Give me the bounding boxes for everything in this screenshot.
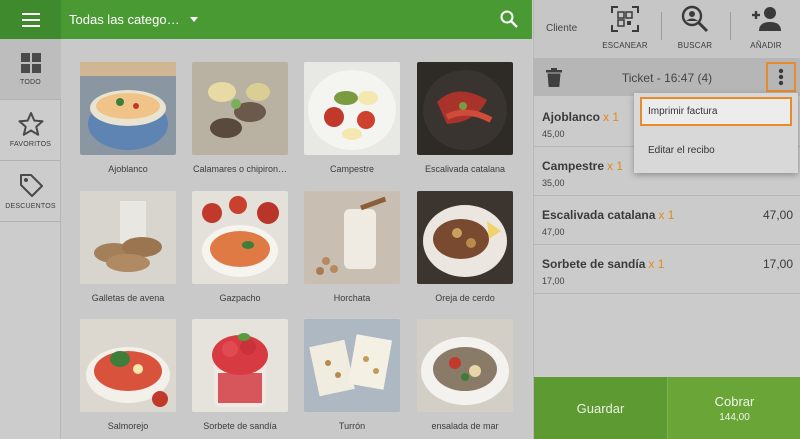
product-name: Calamares o chipiron… — [192, 164, 288, 174]
charge-amount: 144,00 — [719, 411, 750, 423]
product-image — [192, 62, 288, 155]
product-name: Escalivada catalana — [424, 164, 506, 174]
product-image — [304, 62, 400, 155]
product-name: Oreja de cerdo — [435, 293, 495, 303]
product-image — [80, 191, 176, 284]
product-image — [417, 319, 513, 412]
hamburger-icon — [21, 12, 40, 27]
customer-label[interactable]: Cliente — [546, 23, 577, 34]
rail-item-favoritos[interactable]: FAVORITOS — [0, 100, 61, 161]
product-card[interactable]: Campestre — [304, 62, 400, 174]
product-grid: Ajoblanco Calamares o chipiron… Campestr… — [61, 39, 532, 439]
line-qty: x 1 — [607, 159, 624, 173]
product-image — [304, 191, 400, 284]
add-person-icon — [752, 7, 781, 31]
scan-button[interactable]: ESCANEAR — [600, 5, 650, 50]
toolbar-divider — [730, 12, 731, 40]
product-card[interactable]: Gazpacho — [192, 191, 288, 303]
ticket-actions: Guardar Cobrar 144,00 — [534, 377, 800, 439]
category-dropdown[interactable]: Todas las catego… — [69, 12, 198, 27]
add-customer-button[interactable]: AÑADIR — [741, 5, 791, 50]
product-name: Turrón — [338, 421, 366, 431]
print-invoice-item[interactable]: Imprimir factura — [640, 97, 792, 126]
line-unit-price: 17,00 — [542, 276, 565, 286]
ticket-header: Ticket - 16:47 (4) — [534, 58, 800, 96]
ticket-panel: Cliente ESCANEAR BUSCAR AÑADIR Ticket - … — [533, 0, 800, 439]
product-card[interactable]: ensalada de mar — [417, 319, 513, 431]
search-customer-label: BUSCAR — [677, 41, 713, 50]
line-qty: x 1 — [658, 208, 675, 222]
product-image — [192, 319, 288, 412]
save-button[interactable]: Guardar — [534, 377, 667, 439]
line-name: Sorbete de sandía — [542, 257, 646, 271]
product-name: Campestre — [329, 164, 374, 174]
product-card[interactable]: Turrón — [304, 319, 400, 431]
person-search-icon — [681, 5, 709, 33]
line-total: 47,00 — [762, 208, 793, 222]
line-unit-price: 45,00 — [542, 129, 565, 139]
rail-item-label: FAVORITOS — [9, 141, 52, 148]
rail-item-descuentos[interactable]: DESCUENTOS — [0, 161, 61, 222]
line-name: Ajoblanco — [542, 110, 601, 124]
product-name: Gazpacho — [219, 293, 261, 303]
rail-item-todo[interactable]: TODO — [0, 39, 61, 100]
product-name: Salmorejo — [107, 421, 149, 431]
ticket-line[interactable]: Sorbete de sandía x 1 17,00 17,00 — [534, 245, 800, 294]
product-card[interactable]: Sorbete de sandía — [192, 319, 288, 431]
line-total: 17,00 — [762, 257, 793, 271]
product-image — [304, 319, 400, 412]
product-name: ensalada de mar — [431, 421, 499, 431]
side-rail: TODO FAVORITOS DESCUENTOS — [0, 0, 61, 439]
product-image — [417, 191, 513, 284]
ticket-title: Ticket - 16:47 (4) — [621, 71, 713, 85]
edit-receipt-item[interactable]: Editar el recibo — [634, 145, 798, 156]
product-card[interactable]: Horchata — [304, 191, 400, 303]
customer-toolbar: Cliente ESCANEAR BUSCAR AÑADIR — [534, 0, 800, 58]
line-name: Campestre — [542, 159, 605, 173]
product-image — [192, 191, 288, 284]
product-name: Ajoblanco — [108, 164, 148, 174]
toolbar-divider — [661, 12, 662, 40]
product-card[interactable]: Escalivada catalana — [417, 62, 513, 174]
product-image — [80, 319, 176, 412]
line-name: Escalivada catalana — [542, 208, 656, 222]
ticket-options-menu: Imprimir factura Editar el recibo — [634, 93, 798, 173]
tag-icon — [19, 174, 43, 197]
product-name: Sorbete de sandía — [203, 421, 277, 431]
line-qty: x 1 — [603, 110, 620, 124]
ticket-line[interactable]: Escalivada catalana x 1 47,00 47,00 — [534, 196, 800, 245]
charge-label: Cobrar — [714, 393, 755, 409]
charge-button[interactable]: Cobrar 144,00 — [667, 377, 800, 439]
product-card[interactable]: Oreja de cerdo — [417, 191, 513, 303]
product-image — [417, 62, 513, 155]
product-card[interactable]: Salmorejo — [80, 319, 176, 431]
caret-down-icon — [189, 17, 198, 22]
rail-item-label: DESCUENTOS — [5, 203, 56, 210]
search-button[interactable] — [500, 10, 518, 33]
line-qty: x 1 — [648, 257, 665, 271]
product-name: Horchata — [333, 293, 371, 303]
grid-icon — [20, 53, 41, 73]
product-name: Galletas de avena — [91, 293, 165, 303]
add-customer-label: AÑADIR — [750, 41, 782, 50]
rail-item-label: TODO — [20, 79, 41, 86]
scan-label: ESCANEAR — [602, 41, 648, 50]
line-unit-price: 47,00 — [542, 227, 565, 237]
menu-button[interactable] — [0, 0, 61, 39]
line-unit-price: 35,00 — [542, 178, 565, 188]
product-image — [80, 62, 176, 155]
top-bar: Todas las catego… — [61, 0, 532, 39]
search-customer-button[interactable]: BUSCAR — [670, 5, 720, 50]
more-options-button[interactable] — [766, 62, 796, 92]
category-label: Todas las catego… — [69, 12, 180, 27]
product-card[interactable]: Ajoblanco — [80, 62, 176, 174]
product-card[interactable]: Calamares o chipiron… — [192, 62, 288, 174]
search-icon — [500, 10, 518, 28]
more-vertical-icon — [778, 68, 784, 86]
product-card[interactable]: Galletas de avena — [80, 191, 176, 303]
star-icon — [18, 112, 43, 136]
qr-scan-icon — [611, 6, 639, 32]
